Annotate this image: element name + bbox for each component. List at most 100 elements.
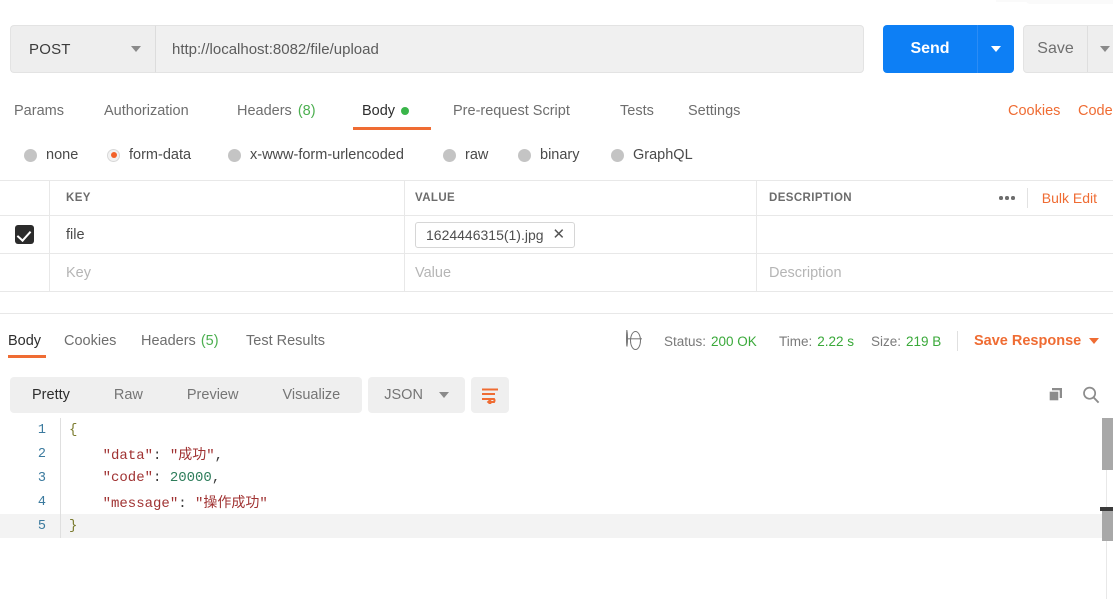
- view-pretty-button[interactable]: Pretty: [10, 377, 92, 413]
- line-number: 5: [37, 518, 46, 534]
- view-preview-button[interactable]: Preview: [165, 377, 261, 413]
- tab-label: Headers: [237, 103, 292, 119]
- save-button[interactable]: Save: [1023, 25, 1113, 73]
- header-value-cell: VALUE: [405, 181, 757, 215]
- search-response-button[interactable]: [1081, 377, 1101, 413]
- row-enabled-checkbox[interactable]: [15, 225, 34, 244]
- vertical-scrollbar-thumb[interactable]: [1102, 418, 1113, 470]
- response-format-toolbar: Pretty Raw Preview Visualize JSON: [10, 377, 509, 413]
- row-key-text: file: [66, 226, 85, 243]
- tab-label: Cookies: [64, 333, 117, 349]
- active-response-tab-indicator: [8, 355, 46, 358]
- radio-none[interactable]: none: [24, 138, 78, 172]
- row-key-cell[interactable]: file: [50, 216, 405, 253]
- response-tab-bar: Body Cookies Headers (5) Test Results St…: [0, 324, 1113, 358]
- table-header-row: KEY VALUE DESCRIPTION Bulk Edit: [0, 181, 1113, 216]
- request-url-row: POST http://localhost:8082/file/upload S…: [10, 25, 1113, 73]
- radio-binary[interactable]: binary: [518, 138, 580, 172]
- tab-label: Headers: [141, 333, 196, 349]
- response-tab-body[interactable]: Body: [8, 324, 41, 358]
- radio-icon: [228, 148, 241, 162]
- response-tab-test-results[interactable]: Test Results: [246, 324, 325, 358]
- radio-graphql[interactable]: GraphQL: [611, 138, 693, 172]
- selected-file-chip[interactable]: 1624446315(1).jpg ✕: [415, 221, 576, 248]
- line-number: 2: [37, 446, 46, 462]
- more-options-icon[interactable]: [987, 196, 1027, 200]
- size-meta: Size: 219 B: [871, 324, 941, 358]
- view-label: Raw: [113, 387, 143, 403]
- line-number: 1: [37, 422, 46, 438]
- send-options-button[interactable]: [978, 25, 1014, 73]
- code-line: 3 "code": 20000,: [0, 466, 1113, 490]
- view-label: Pretty: [32, 387, 70, 403]
- top-ghost-button[interactable]: [1026, 0, 1113, 4]
- url-input[interactable]: http://localhost:8082/file/upload: [156, 25, 864, 73]
- cookies-link[interactable]: Cookies: [1008, 92, 1060, 130]
- radio-raw[interactable]: raw: [443, 138, 488, 172]
- save-response-button[interactable]: Save Response: [974, 324, 1100, 358]
- remove-file-icon[interactable]: ✕: [553, 227, 566, 242]
- http-method-dropdown[interactable]: POST: [10, 25, 156, 73]
- new-description-cell[interactable]: Description: [757, 254, 1113, 291]
- chevron-down-icon: [1089, 338, 1100, 344]
- body-type-radio-group: none form-data x-www-form-urlencoded raw…: [0, 138, 1113, 172]
- code-line: 4 "message": "操作成功": [0, 490, 1113, 514]
- response-body-code-viewer[interactable]: 1 { 2 "data": "成功", 3 "code": 20000, 4 "…: [0, 418, 1113, 538]
- tab-label: Settings: [688, 103, 741, 119]
- response-tab-cookies[interactable]: Cookies: [64, 324, 116, 358]
- code-link[interactable]: Code: [1078, 92, 1113, 130]
- url-text: http://localhost:8082/file/upload: [172, 40, 379, 58]
- view-raw-button[interactable]: Raw: [92, 377, 165, 413]
- tab-params[interactable]: Params: [14, 92, 64, 130]
- tab-body[interactable]: Body: [362, 92, 410, 130]
- send-button[interactable]: Send: [883, 25, 1014, 73]
- search-icon: [1083, 386, 1100, 404]
- vertical-scrollbar-thumb-secondary[interactable]: [1102, 511, 1113, 541]
- header-value-label: VALUE: [415, 192, 456, 204]
- new-key-cell[interactable]: Key: [50, 254, 405, 291]
- save-options-button[interactable]: [1088, 26, 1113, 72]
- tab-headers[interactable]: Headers (8): [237, 92, 316, 130]
- form-data-table: KEY VALUE DESCRIPTION Bulk Edit file 162…: [0, 180, 1113, 292]
- header-key-label: KEY: [66, 192, 91, 204]
- row-checkbox-cell: [0, 216, 50, 253]
- network-icon-wrap[interactable]: [626, 324, 646, 358]
- tab-pre-request-script[interactable]: Pre-request Script: [453, 92, 570, 130]
- bulk-edit-button[interactable]: Bulk Edit: [1028, 190, 1105, 206]
- tab-tests[interactable]: Tests: [620, 92, 654, 130]
- response-tab-headers[interactable]: Headers (5): [141, 324, 219, 358]
- header-description-cell: DESCRIPTION Bulk Edit: [757, 181, 1113, 215]
- code-line: 2 "data": "成功",: [0, 442, 1113, 466]
- radio-icon: [611, 148, 624, 162]
- globe-icon: [626, 330, 646, 351]
- row-value-cell[interactable]: 1624446315(1).jpg ✕: [405, 216, 757, 253]
- radio-selected-icon: [107, 148, 120, 162]
- new-value-cell[interactable]: Value: [405, 254, 757, 291]
- save-response-label: Save Response: [974, 333, 1082, 349]
- request-tab-bar: Params Authorization Headers (8) Body Pr…: [0, 92, 1113, 130]
- wrap-lines-button[interactable]: [470, 377, 509, 413]
- tab-label: Params: [14, 103, 64, 119]
- tab-settings[interactable]: Settings: [688, 92, 740, 130]
- response-language-label: JSON: [384, 387, 423, 403]
- radio-form-data[interactable]: form-data: [107, 138, 191, 172]
- tab-label: Authorization: [104, 103, 189, 119]
- new-value-placeholder: Value: [415, 264, 452, 281]
- new-description-placeholder: Description: [769, 264, 842, 281]
- copy-response-button[interactable]: [1046, 377, 1066, 413]
- tab-authorization[interactable]: Authorization: [104, 92, 189, 130]
- view-visualize-button[interactable]: Visualize: [260, 377, 362, 413]
- http-method-label: POST: [29, 40, 71, 58]
- line-number: 4: [37, 494, 46, 510]
- code-line: 5 }: [0, 514, 1113, 538]
- status-label: Status:: [664, 333, 707, 349]
- time-meta: Time: 2.22 s: [779, 324, 854, 358]
- radio-label: raw: [465, 147, 489, 163]
- radio-icon: [24, 148, 37, 162]
- chevron-down-icon: [131, 46, 141, 52]
- tab-label: Test Results: [246, 333, 325, 349]
- view-label: Visualize: [282, 387, 341, 403]
- response-language-dropdown[interactable]: JSON: [368, 377, 465, 413]
- row-description-cell[interactable]: [757, 216, 1113, 253]
- radio-x-www-form-urlencoded[interactable]: x-www-form-urlencoded: [228, 138, 404, 172]
